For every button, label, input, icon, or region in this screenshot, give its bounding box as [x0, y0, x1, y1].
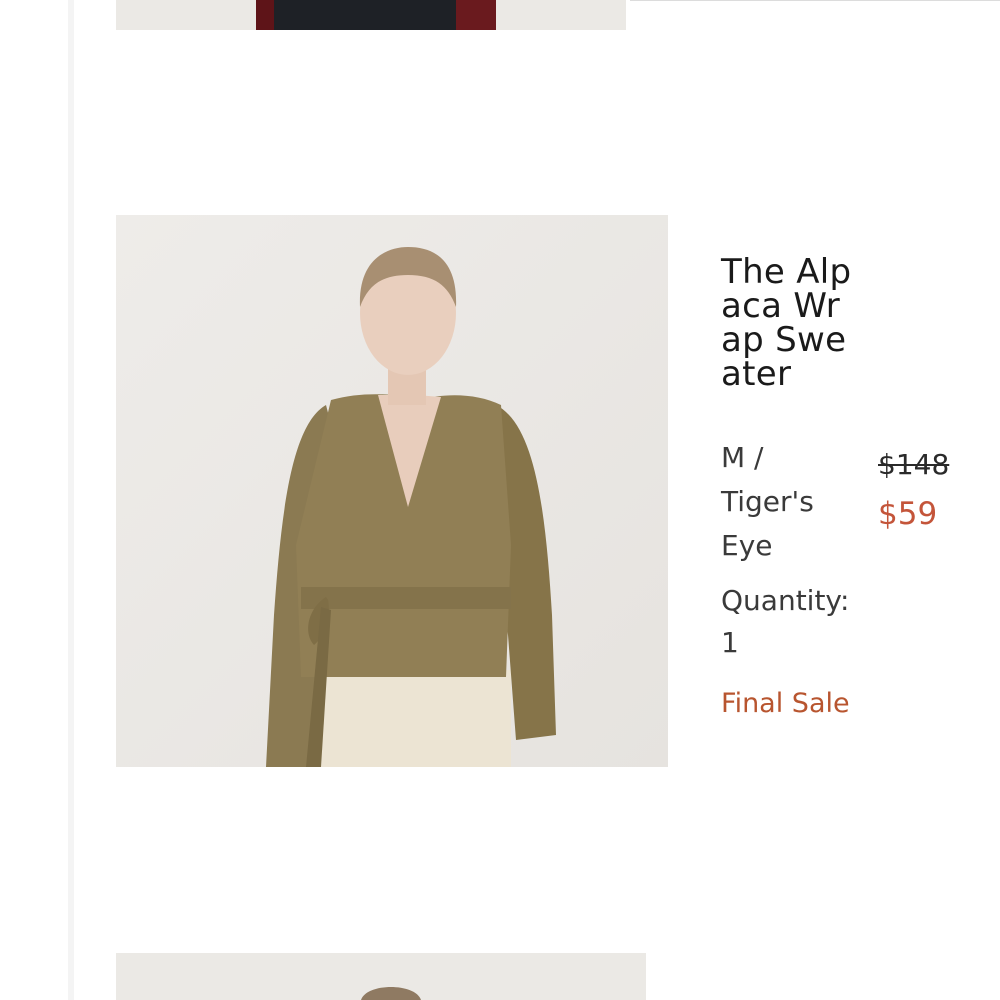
product-photo-previous — [116, 0, 626, 30]
product-image[interactable] — [116, 215, 668, 767]
product-photo — [116, 215, 668, 767]
top-divider — [630, 0, 1000, 1]
product-image-next[interactable] — [116, 953, 646, 1000]
sale-price: $59 — [878, 496, 938, 532]
product-photo-next — [116, 953, 646, 1000]
quantity-value: 1 — [721, 626, 739, 659]
final-sale-label: Final Sale — [721, 688, 850, 719]
quantity-label: Quantity: — [721, 584, 850, 617]
product-variant: M / Tiger's Eye — [721, 441, 814, 562]
original-price: $148 — [878, 448, 950, 481]
product-title[interactable]: The Alpaca Wrap Sweater — [721, 255, 861, 391]
product-image-previous[interactable] — [116, 0, 626, 30]
left-rail — [0, 0, 74, 1000]
